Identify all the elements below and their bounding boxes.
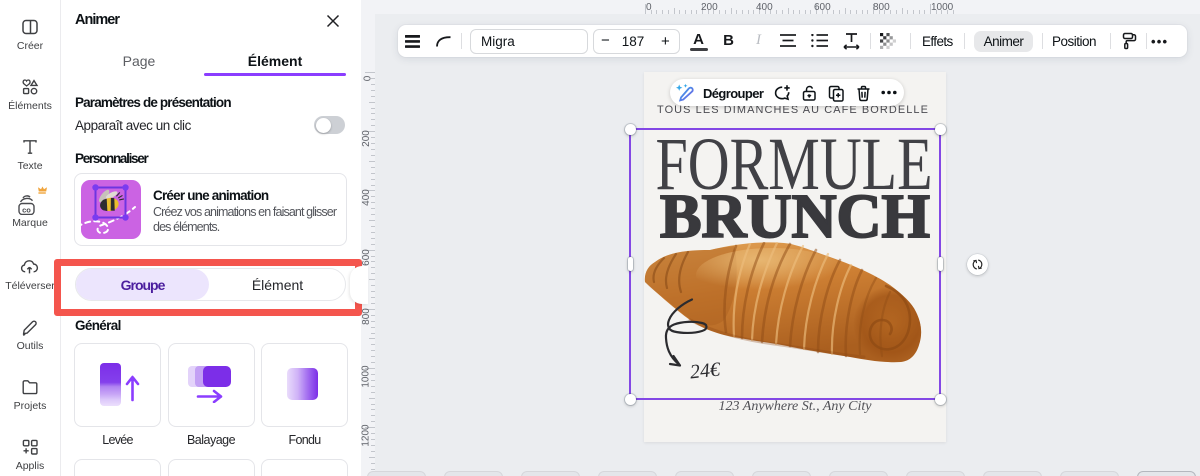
svg-text:co: co <box>22 205 31 214</box>
